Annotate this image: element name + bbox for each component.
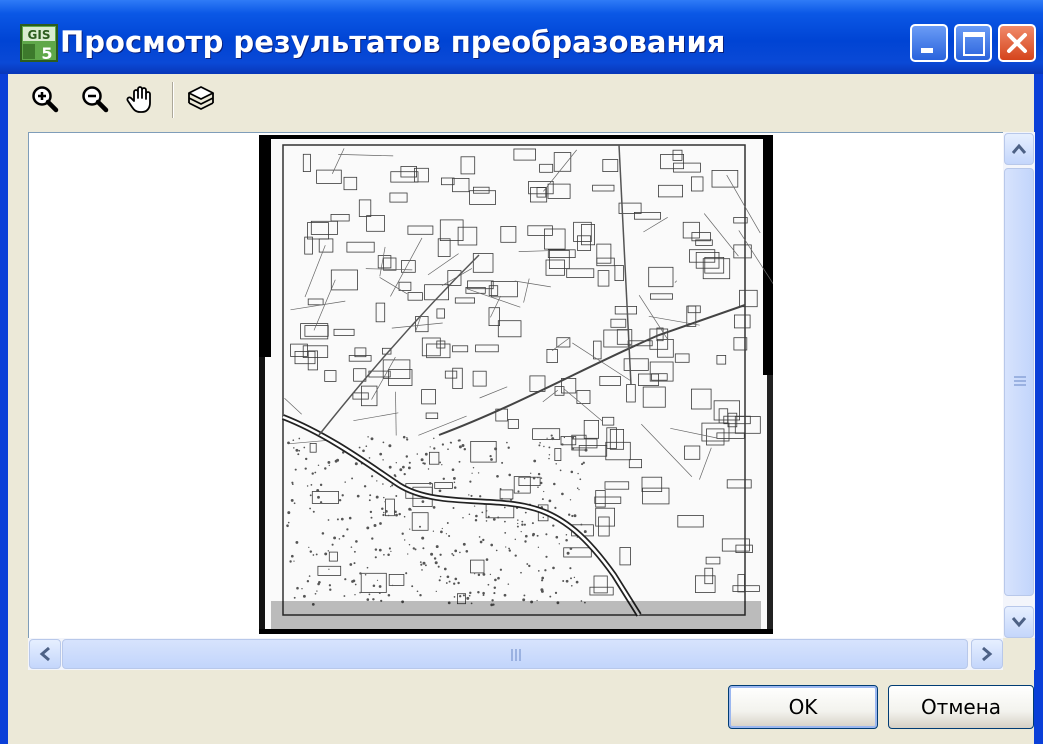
chevron-right-icon — [982, 646, 993, 662]
preview-viewport[interactable] — [28, 132, 1006, 640]
scroll-right-button[interactable] — [971, 639, 1003, 669]
window-title: Просмотр результатов преобразования — [60, 25, 726, 59]
minimize-button[interactable] — [910, 24, 948, 62]
vertical-scrollbar[interactable] — [1003, 132, 1035, 640]
ok-button[interactable]: OK — [728, 685, 878, 729]
zoom-out-button[interactable] — [78, 82, 112, 116]
map-drawing — [259, 135, 773, 634]
zoom-in-button[interactable] — [28, 82, 62, 116]
vertical-scroll-thumb[interactable] — [1004, 168, 1034, 596]
svg-text:GIS: GIS — [28, 28, 51, 42]
zoom-out-icon — [82, 86, 109, 113]
horizontal-scroll-thumb[interactable] — [62, 639, 968, 669]
svg-text:5: 5 — [41, 44, 52, 62]
chevron-down-icon — [1011, 617, 1027, 628]
cancel-button[interactable]: Отмена — [888, 685, 1034, 729]
gis5-app-icon: GIS 5 — [20, 24, 58, 62]
toolbar — [8, 74, 1034, 124]
scroll-down-button[interactable] — [1004, 606, 1034, 638]
scroll-left-button[interactable] — [29, 639, 61, 669]
scrollbar-corner — [1003, 638, 1035, 670]
dialog-client-area: OK Отмена — [8, 74, 1035, 744]
pan-button[interactable] — [124, 82, 158, 116]
layers-icon — [188, 86, 214, 110]
toolbar-separator — [172, 82, 174, 118]
zoom-in-icon — [32, 86, 59, 113]
scroll-up-button[interactable] — [1004, 133, 1034, 165]
layers-button[interactable] — [184, 82, 218, 116]
horizontal-scrollbar[interactable] — [28, 638, 1004, 670]
chevron-left-icon — [39, 646, 50, 662]
scanned-map-image[interactable] — [259, 135, 773, 634]
dialog-window: GIS 5 Просмотр результатов преобразовани… — [0, 0, 1043, 744]
title-bar[interactable]: GIS 5 Просмотр результатов преобразовани… — [0, 0, 1043, 74]
close-button[interactable] — [998, 24, 1036, 62]
grip-icon — [511, 649, 521, 661]
maximize-button[interactable] — [954, 24, 992, 62]
chevron-up-icon — [1011, 143, 1027, 154]
grip-icon — [1014, 376, 1026, 386]
hand-pan-icon — [126, 86, 151, 113]
close-icon — [1007, 33, 1027, 53]
